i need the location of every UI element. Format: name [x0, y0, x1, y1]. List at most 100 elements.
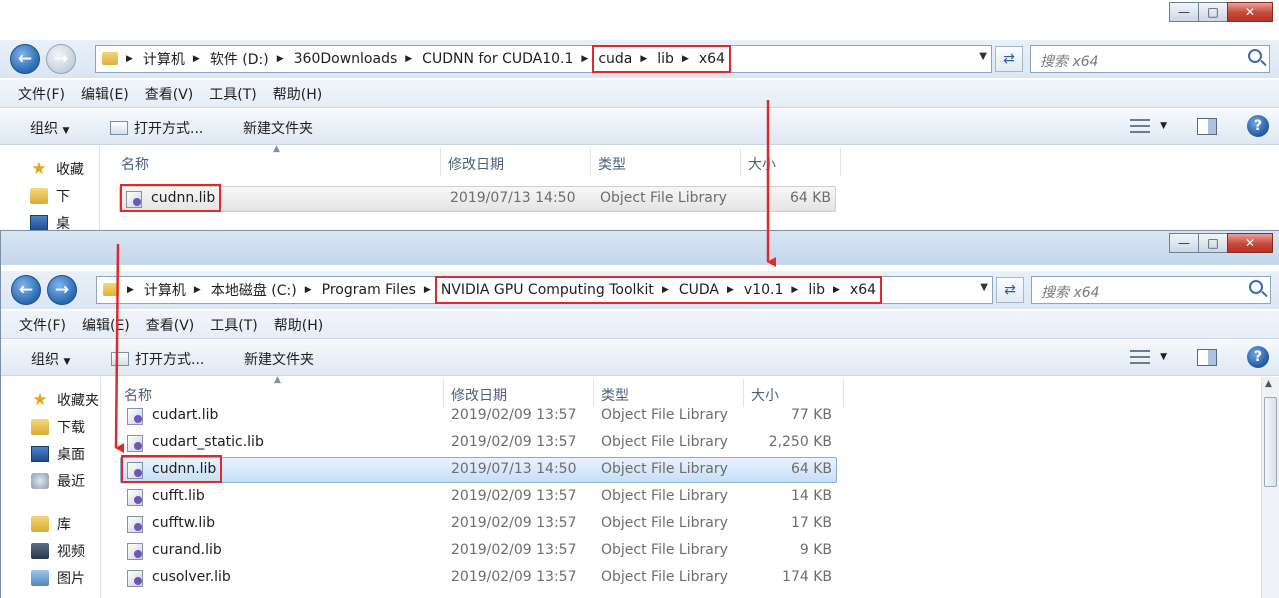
- nav-item[interactable]: ★ 收藏: [30, 158, 84, 180]
- preview-pane-icon[interactable]: [1197, 348, 1217, 366]
- menu-item[interactable]: 编辑(E): [82, 315, 130, 335]
- menu-item[interactable]: 编辑(E): [81, 84, 129, 104]
- breadcrumb-item[interactable]: 计算机: [143, 49, 185, 69]
- breadcrumb-item[interactable]: 软件 (D:): [210, 49, 269, 69]
- breadcrumb-separator-icon[interactable]: ▶: [640, 54, 647, 64]
- forward-button[interactable]: →: [47, 275, 77, 305]
- address-history-dropdown-icon[interactable]: ▼: [980, 282, 988, 293]
- column-name[interactable]: 名称: [121, 154, 149, 174]
- file-row[interactable]: curand.lib 2019/02/09 13:57 Object File Li…: [120, 538, 837, 564]
- view-options-icon[interactable]: [1130, 350, 1151, 364]
- nav-item[interactable]: 最近: [31, 470, 85, 492]
- organize-button[interactable]: 组织 ▼: [31, 349, 70, 369]
- breadcrumb-item[interactable]: x64: [699, 51, 725, 67]
- breadcrumb-separator-icon[interactable]: ▶: [405, 54, 412, 64]
- minimize-button[interactable]: —: [1169, 2, 1199, 22]
- new-folder-button[interactable]: 新建文件夹: [243, 118, 313, 138]
- menu-item[interactable]: 查看(V): [146, 315, 195, 335]
- breadcrumb-separator-icon[interactable]: ▶: [277, 54, 284, 64]
- minimize-button[interactable]: —: [1169, 233, 1199, 253]
- column-type[interactable]: 类型: [598, 154, 626, 174]
- nav-item[interactable]: 桌: [30, 212, 70, 232]
- menu-item[interactable]: 文件(F): [18, 84, 65, 104]
- column-size[interactable]: 大小: [748, 154, 776, 174]
- address-bar[interactable]: ▶ 计算机 ▶ 本地磁盘 (C:) ▶ Program Files ▶ NVIDIA GPU …: [96, 276, 993, 304]
- back-button[interactable]: ←: [10, 44, 40, 74]
- column-type[interactable]: 类型: [601, 385, 629, 405]
- file-row[interactable]: cudart_static.lib 2019/02/09 13:57 Object …: [120, 430, 837, 456]
- breadcrumb-item[interactable]: NVIDIA GPU Computing Toolkit: [441, 282, 654, 298]
- menu-item[interactable]: 帮助(H): [274, 315, 323, 335]
- column-name[interactable]: 名称: [124, 385, 152, 405]
- menu-item[interactable]: 文件(F): [19, 315, 66, 335]
- breadcrumb-item[interactable]: 360Downloads: [294, 51, 398, 67]
- breadcrumb-separator-icon[interactable]: ▶: [727, 285, 734, 295]
- breadcrumb-separator-icon[interactable]: ▶: [305, 285, 312, 295]
- breadcrumb-separator-icon[interactable]: ▶: [194, 285, 201, 295]
- breadcrumb-item[interactable]: lib: [808, 282, 825, 298]
- breadcrumb-separator-icon[interactable]: ▶: [126, 54, 133, 64]
- nav-item[interactable]: 桌面: [31, 443, 85, 465]
- back-button[interactable]: ←: [11, 275, 41, 305]
- help-icon[interactable]: ?: [1247, 346, 1269, 368]
- breadcrumb-item[interactable]: 计算机: [144, 280, 186, 300]
- file-row[interactable]: cufft.lib 2019/02/09 13:57 Object File Lib…: [120, 484, 837, 510]
- breadcrumb-item[interactable]: v10.1: [744, 282, 783, 298]
- column-date[interactable]: 修改日期: [451, 385, 507, 405]
- search-input[interactable]: 搜索 x64: [1031, 276, 1271, 304]
- column-size[interactable]: 大小: [751, 385, 779, 405]
- nav-item[interactable]: 库: [31, 513, 71, 535]
- breadcrumb-item[interactable]: lib: [657, 51, 674, 67]
- breadcrumb-separator-icon[interactable]: ▶: [833, 285, 840, 295]
- breadcrumb-separator-icon[interactable]: ▶: [424, 285, 431, 295]
- maximize-button[interactable]: □: [1198, 2, 1228, 22]
- breadcrumb-separator-icon[interactable]: ▶: [581, 54, 588, 64]
- column-date[interactable]: 修改日期: [448, 154, 504, 174]
- nav-item[interactable]: 下载: [31, 416, 85, 438]
- scrollbar-thumb[interactable]: [1264, 397, 1277, 487]
- breadcrumb-separator-icon[interactable]: ▶: [127, 285, 134, 295]
- search-icon[interactable]: [1248, 49, 1262, 63]
- nav-item[interactable]: 视频: [31, 540, 85, 562]
- menu-item[interactable]: 帮助(H): [273, 84, 322, 104]
- open-with-button[interactable]: 打开方式...: [111, 349, 204, 369]
- close-button[interactable]: ✕: [1227, 233, 1273, 253]
- nav-item[interactable]: 图片: [31, 567, 85, 589]
- view-options-icon[interactable]: [1130, 119, 1151, 133]
- menu-item[interactable]: 工具(T): [210, 315, 257, 335]
- vertical-scrollbar[interactable]: ▲: [1261, 377, 1279, 598]
- nav-item[interactable]: 下: [30, 185, 70, 207]
- new-folder-button[interactable]: 新建文件夹: [244, 349, 314, 369]
- breadcrumb-separator-icon[interactable]: ▶: [193, 54, 200, 64]
- file-row[interactable]: cudnn.lib 2019/07/13 14:50 Object File Lib…: [119, 186, 836, 212]
- breadcrumb-separator-icon[interactable]: ▶: [662, 285, 669, 295]
- open-with-button[interactable]: 打开方式...: [110, 118, 203, 138]
- view-dropdown-icon[interactable]: ▼: [1160, 121, 1167, 131]
- close-button[interactable]: ✕: [1227, 2, 1273, 22]
- file-row[interactable]: cusolver.lib 2019/02/09 13:57 Object File …: [120, 565, 837, 591]
- menu-item[interactable]: 查看(V): [145, 84, 194, 104]
- forward-button[interactable]: →: [46, 44, 76, 74]
- refresh-button[interactable]: ⇄: [996, 277, 1024, 303]
- address-history-dropdown-icon[interactable]: ▼: [979, 51, 987, 62]
- breadcrumb-item[interactable]: CUDNN for CUDA10.1: [422, 51, 573, 67]
- menu-item[interactable]: 工具(T): [209, 84, 256, 104]
- breadcrumb-item[interactable]: cuda: [598, 51, 632, 67]
- refresh-button[interactable]: ⇄: [995, 46, 1023, 72]
- breadcrumb-item[interactable]: CUDA: [679, 282, 719, 298]
- breadcrumb-separator-icon[interactable]: ▶: [791, 285, 798, 295]
- maximize-button[interactable]: □: [1198, 233, 1228, 253]
- scroll-up-icon[interactable]: ▲: [1265, 379, 1272, 389]
- nav-item[interactable]: ★ 收藏夹: [31, 389, 99, 411]
- help-icon[interactable]: ?: [1247, 115, 1269, 137]
- file-row[interactable]: cudnn.lib 2019/07/13 14:50 Object File Lib…: [120, 457, 837, 483]
- file-row[interactable]: cufftw.lib 2019/02/09 13:57 Object File Li…: [120, 511, 837, 537]
- organize-button[interactable]: 组织 ▼: [30, 118, 69, 138]
- file-row[interactable]: cudart.lib 2019/02/09 13:57 Object File Li…: [120, 403, 837, 429]
- view-dropdown-icon[interactable]: ▼: [1160, 352, 1167, 362]
- preview-pane-icon[interactable]: [1197, 117, 1217, 135]
- search-icon[interactable]: [1249, 280, 1263, 294]
- breadcrumb-item[interactable]: 本地磁盘 (C:): [211, 280, 297, 300]
- address-bar[interactable]: ▶ 计算机 ▶ 软件 (D:) ▶ 360Downloads ▶ CUDNN for CUDA…: [95, 45, 992, 73]
- breadcrumb-item[interactable]: x64: [850, 282, 876, 298]
